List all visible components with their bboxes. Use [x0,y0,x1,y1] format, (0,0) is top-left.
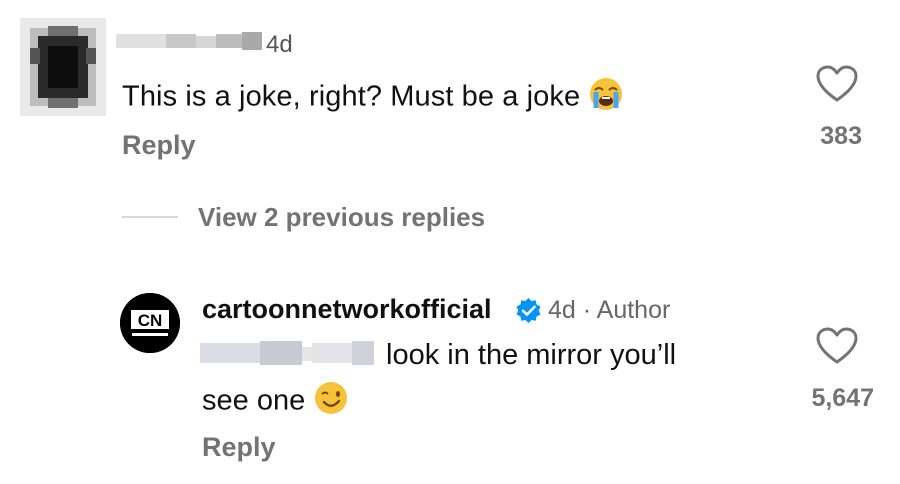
reply-button[interactable]: Reply [122,130,196,161]
like-count: 5,647 [811,384,874,412]
like-count: 383 [820,122,862,150]
winking-face-icon [313,380,349,424]
like-heart-icon[interactable] [815,64,859,104]
comment-meta: 4d · Author [548,296,671,324]
comment-text-body: see one [202,384,306,417]
comment-text-body: This is a joke, right? Must be a joke [122,80,581,113]
loudly-crying-face-icon [588,76,624,120]
comment-text: This is a joke, right? Must be a joke [122,76,624,120]
comment-username[interactable]: cartoonnetworkofficial [202,294,492,325]
like-heart-icon[interactable] [815,326,859,366]
comment-text-line2: see one [202,380,349,424]
view-previous-replies-button[interactable]: View 2 previous replies [198,202,485,233]
comment-text-line1: look in the mirror you’ll [386,339,677,371]
cn-logo-text: CN [138,311,163,330]
divider-line [122,216,178,218]
blurred-mention [200,339,376,369]
avatar[interactable]: CN [120,293,180,353]
blurred-username [116,30,264,52]
reply-button[interactable]: Reply [202,432,276,463]
verified-badge-icon [515,297,542,324]
avatar[interactable] [20,18,106,116]
comment-timestamp: 4d [266,31,293,58]
